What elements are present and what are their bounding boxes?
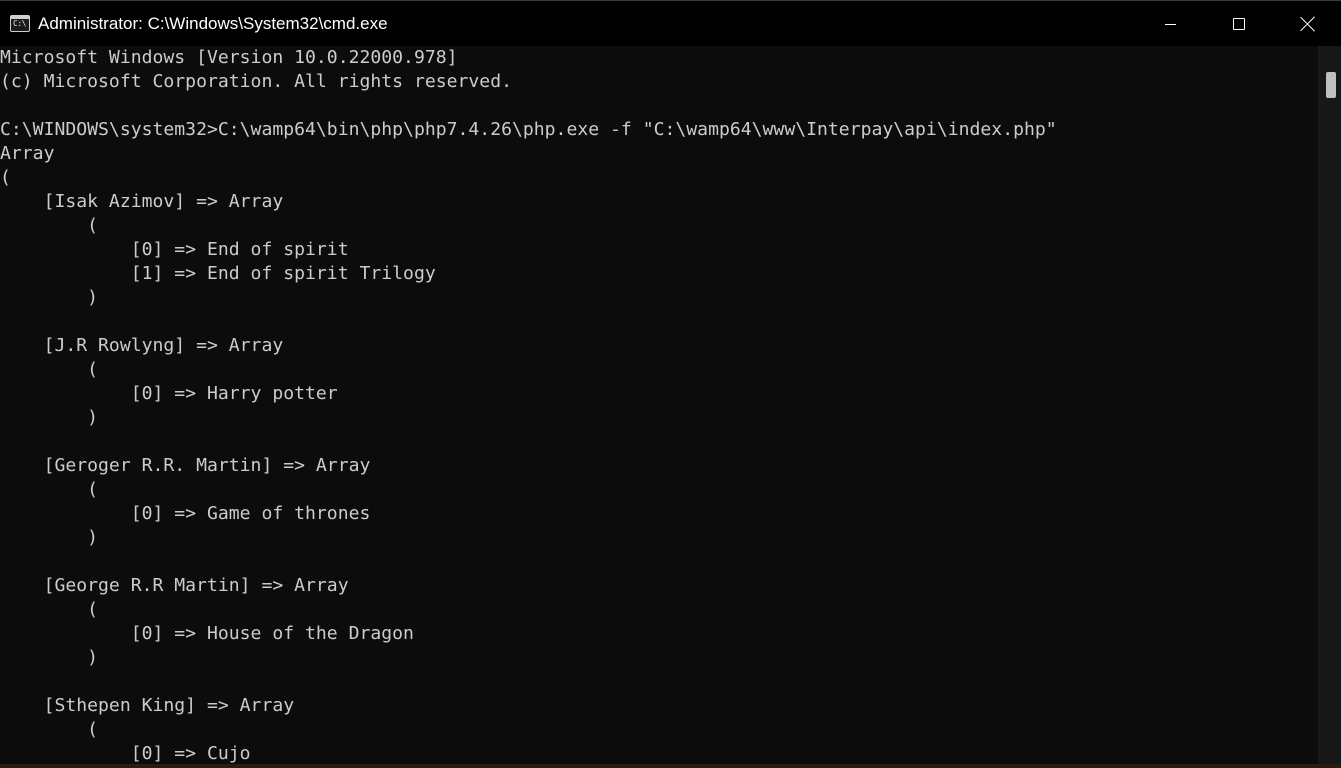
- console-line: [1] => End of spirit Trilogy: [0, 263, 436, 284]
- console-line: ): [0, 647, 99, 668]
- console-line: C:\WINDOWS\system32>C:\wamp64\bin\php\ph…: [0, 119, 1057, 140]
- vertical-scrollbar[interactable]: [1318, 46, 1341, 768]
- console-line: (c) Microsoft Corporation. All rights re…: [0, 71, 512, 92]
- console-line: [J.R Rowlyng] => Array: [0, 335, 284, 356]
- console-line: ): [0, 527, 99, 548]
- console-line: [Geroger R.R. Martin] => Array: [0, 455, 371, 476]
- console-line: [0] => Cujo: [0, 743, 251, 764]
- console-output[interactable]: Microsoft Windows [Version 10.0.22000.97…: [0, 46, 1318, 768]
- title-bar[interactable]: C:\ Administrator: C:\Windows\System32\c…: [0, 0, 1341, 46]
- console-line: ): [0, 287, 99, 308]
- cmd-window: C:\ Administrator: C:\Windows\System32\c…: [0, 0, 1341, 768]
- console-line: (: [0, 479, 99, 500]
- window-bottom-edge: [0, 764, 1341, 768]
- maximize-icon: [1233, 18, 1245, 30]
- minimize-icon: [1164, 23, 1176, 25]
- console-line: Microsoft Windows [Version 10.0.22000.97…: [0, 47, 458, 68]
- console-line: (: [0, 215, 99, 236]
- close-icon: [1300, 16, 1316, 32]
- cmd-icon-glyph: C:\: [13, 19, 26, 28]
- console-line: [0] => Harry potter: [0, 383, 338, 404]
- console-line: [0] => End of spirit: [0, 239, 349, 260]
- close-button[interactable]: [1273, 1, 1341, 47]
- console-line: [Isak Azimov] => Array: [0, 191, 284, 212]
- console-line: (: [0, 167, 11, 188]
- console-line: [Sthepen King] => Array: [0, 695, 295, 716]
- scrollbar-thumb[interactable]: [1326, 72, 1336, 98]
- window-title: Administrator: C:\Windows\System32\cmd.e…: [38, 14, 388, 33]
- console-line: [George R.R Martin] => Array: [0, 575, 349, 596]
- minimize-button[interactable]: [1135, 1, 1205, 47]
- console-line: (: [0, 359, 99, 380]
- console-line: ): [0, 407, 99, 428]
- console-line: Array: [0, 143, 55, 164]
- maximize-button[interactable]: [1204, 1, 1274, 47]
- console-line: [0] => House of the Dragon: [0, 623, 414, 644]
- console-line: (: [0, 719, 99, 740]
- cmd-icon[interactable]: C:\: [10, 15, 30, 32]
- console-line: (: [0, 599, 99, 620]
- console-line: [0] => Game of thrones: [0, 503, 371, 524]
